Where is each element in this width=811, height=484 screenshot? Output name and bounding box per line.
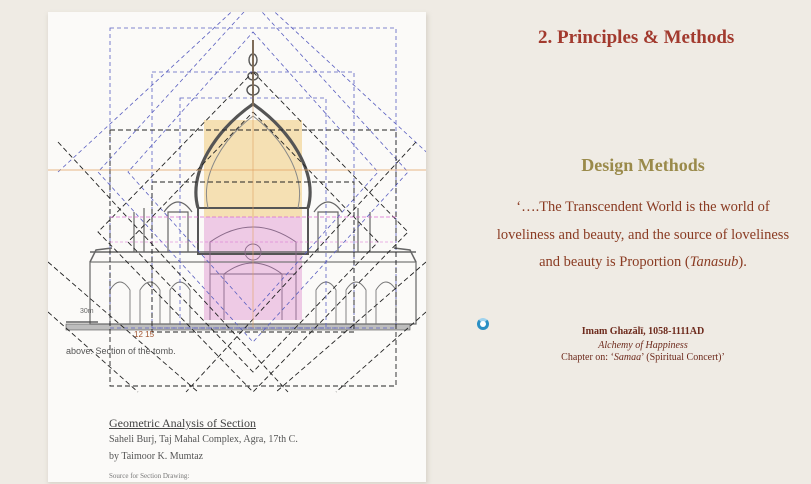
drawing-subject: Saheli Burj, Taj Mahal Complex, Agra, 17… <box>109 434 298 445</box>
drawing-title: Geometric Analysis of Section <box>109 416 256 430</box>
chapter-prefix: Chapter on: ‘ <box>561 352 614 363</box>
drawing-author: by Taimoor K. Mumtaz <box>109 451 204 462</box>
chapter-suffix: ’ (Spiritual Concert)’ <box>641 352 725 363</box>
quote-term-tanasub: Tanasub <box>689 254 739 270</box>
scale-label: 30m <box>80 308 94 315</box>
section-heading: Design Methods <box>581 155 705 175</box>
loading-spinner-icon <box>477 318 489 330</box>
drawing-source: Source for Section Drawing: <box>109 472 190 480</box>
attribution-name: Imam Ghazālī, 1058-1111AD <box>581 326 705 337</box>
dimension-label: 12 15 <box>134 330 155 339</box>
quote-closing: ). <box>738 254 747 270</box>
slide-title: 2. Principles & Methods <box>538 27 735 48</box>
section-caption: above: Section of the tomb. <box>66 346 176 356</box>
geometric-analysis-drawing: 12 15 <box>48 12 426 393</box>
chapter-term-samaa: Samaa <box>613 352 642 363</box>
drawing-sheet: 12 15 30m above: Section of the tomb. Ge… <box>48 12 426 482</box>
attribution-book: Alchemy of Happiness <box>598 340 688 351</box>
ghazali-quote: ‘….The Transcendent World is the world o… <box>493 194 793 277</box>
attribution-chapter: Chapter on: ‘Samaa’ (Spiritual Concert)’ <box>493 352 793 363</box>
